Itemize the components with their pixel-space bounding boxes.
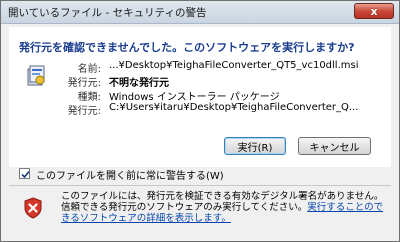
divider [9,185,391,186]
checkmark-icon [21,170,30,179]
shield-error-icon [24,197,42,219]
dialog-heading: 発行元を確認できませんでした。このソフトウェアを実行しますか? [19,41,355,54]
close-icon: x [370,4,378,18]
title-bar[interactable]: 開いているファイル - セキュリティの警告 x [1,1,399,24]
detail-value: 不明な発行元 [109,78,169,89]
always-warn-checkbox[interactable] [19,168,30,179]
detail-value: ...¥Desktop¥TeighaFileConverter_QT5_vc10… [109,60,359,71]
detail-label: 種類: [77,92,101,103]
detail-row-name: 名前: ...¥Desktop¥TeighaFileConverter_QT5_… [61,60,391,75]
detail-label: 発行元: [67,106,101,117]
close-button[interactable]: x [354,3,394,19]
window-title: 開いているファイル - セキュリティの警告 [8,7,207,19]
detail-label: 発行元: [67,78,101,89]
detail-value: Windows インストーラー パッケージ [109,92,280,103]
detail-row-publisher: 発行元: 不明な発行元 [61,74,391,89]
detail-label: 名前: [77,64,101,75]
run-button[interactable]: 実行(R) [224,137,286,155]
detail-row-source: 発行元: C:¥Users¥itaru¥Desktop¥TeighaFileCo… [61,102,391,117]
footer-message: このファイルには、発行元を検証できる有効なデジタル署名がありません。信頼できる発… [61,191,387,224]
detail-row-type: 種類: Windows インストーラー パッケージ [61,88,391,103]
installer-package-icon [27,65,45,86]
security-warning-dialog: 開いているファイル - セキュリティの警告 x 発行元を確認できませんでした。こ… [0,0,400,242]
dialog-content: 発行元を確認できませんでした。このソフトウェアを実行しますか? 名前: ...¥… [9,27,391,167]
always-warn-label: このファイルを開く前に常に警告する(W) [36,171,224,182]
cancel-button[interactable]: キャンセル [298,137,371,155]
detail-value: C:¥Users¥itaru¥Desktop¥TeighaFileConvert… [109,102,359,113]
